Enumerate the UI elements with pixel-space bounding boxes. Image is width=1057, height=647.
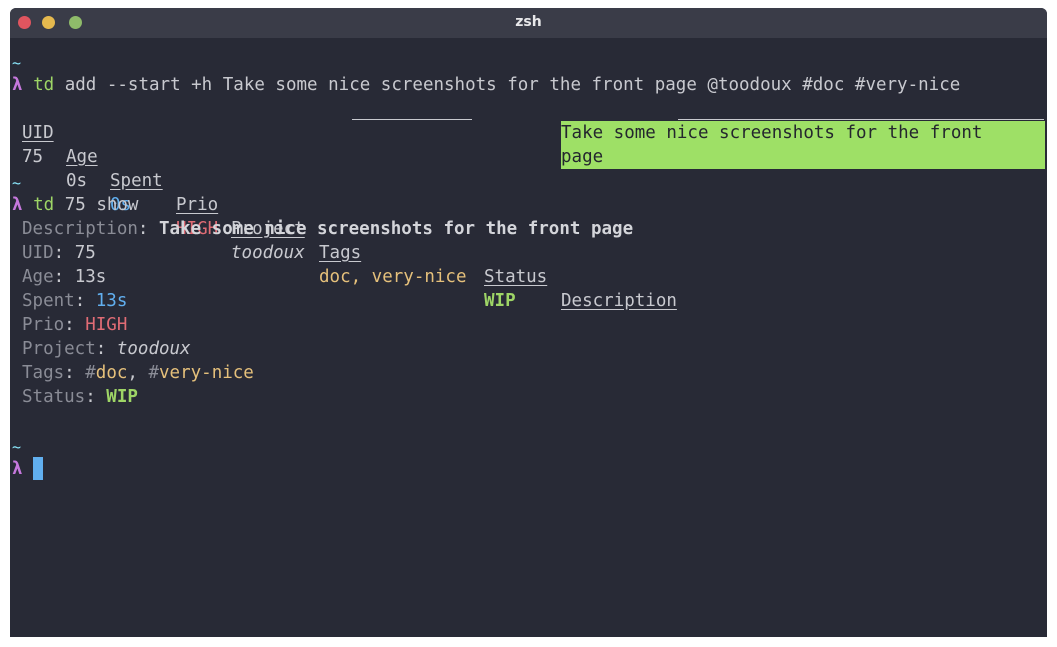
window-title: zsh <box>515 14 542 30</box>
title-bar: zsh <box>10 8 1047 38</box>
detail-label: Status <box>22 387 86 407</box>
detail-description: Description: Take some nice screenshots … <box>22 219 634 239</box>
prompt-symbol: λ <box>12 459 23 479</box>
detail-label: UID <box>22 243 54 263</box>
terminal-content[interactable]: ~ λ td add --start +h Take some nice scr… <box>10 38 1047 637</box>
detail-tag: very-nice <box>159 363 254 383</box>
header-prio: Prio <box>176 195 219 215</box>
detail-value: WIP <box>106 387 138 407</box>
prompt-path: ~ <box>12 174 22 192</box>
detail-project: Project: toodoux <box>22 339 191 359</box>
command-line-2: λ td 75 show <box>12 193 138 217</box>
detail-label: Description <box>22 219 138 239</box>
detail-value: Take some nice screenshots for the front… <box>158 219 634 239</box>
tags-header-underline <box>352 119 472 120</box>
command-program: td <box>33 195 55 215</box>
detail-prio: Prio: HIGH <box>22 315 128 335</box>
header-description: Description <box>561 291 677 311</box>
command-args: 75 show <box>64 195 139 215</box>
row-description-line2: page <box>561 147 604 167</box>
prompt-path: ~ <box>12 54 22 72</box>
prompt-path: ~ <box>12 438 22 456</box>
detail-label: Prio <box>22 315 65 335</box>
detail-label: Project <box>22 339 96 359</box>
row-description: Take some nice screenshots for the front… <box>561 121 1045 169</box>
command-program: td <box>33 75 55 95</box>
detail-label: Spent <box>22 291 75 311</box>
row-tags: doc, very-nice <box>319 267 467 287</box>
detail-label: Tags <box>22 363 65 383</box>
row-description-line1: Take some nice screenshots for the front <box>561 123 983 143</box>
table-row: 75 0s 0s HIGH toodoux doc, very-nice WIP <box>22 121 562 311</box>
description-header-underline <box>678 119 1044 120</box>
detail-value: 13s <box>95 291 128 311</box>
detail-age: Age: 13s <box>22 267 107 287</box>
row-uid: 75 <box>22 147 44 167</box>
detail-value: HIGH <box>85 315 128 335</box>
table-header: UID Age Spent Prio Project Tags Status D… <box>22 97 1047 311</box>
header-spent: Spent <box>110 171 163 191</box>
detail-spent: Spent: 13s <box>22 291 128 311</box>
row-project: toodoux <box>231 243 305 263</box>
command-line-3[interactable]: λ <box>12 457 23 481</box>
row-age: 0s <box>66 171 88 191</box>
row-status: WIP <box>484 291 516 311</box>
header-status: Status <box>484 267 548 287</box>
command-args: add --start +h Take some nice screenshot… <box>64 75 961 95</box>
detail-label: Age <box>22 267 54 287</box>
detail-tag: doc <box>95 363 128 383</box>
detail-status: Status: WIP <box>22 387 138 407</box>
detail-value: 75 <box>74 243 96 263</box>
detail-tags: Tags: #doc, #very-nice <box>22 363 254 383</box>
text-cursor <box>33 457 43 480</box>
terminal-window: zsh ~ λ td add --start +h Take some nice… <box>10 8 1047 637</box>
detail-value: 13s <box>74 267 107 287</box>
command-line-1: λ td add --start +h Take some nice scree… <box>12 73 960 97</box>
detail-uid: UID: 75 <box>22 243 96 263</box>
prompt-symbol: λ <box>12 75 23 95</box>
prompt-symbol: λ <box>12 195 23 215</box>
detail-value: toodoux <box>116 339 191 359</box>
header-tags: Tags <box>319 243 362 263</box>
